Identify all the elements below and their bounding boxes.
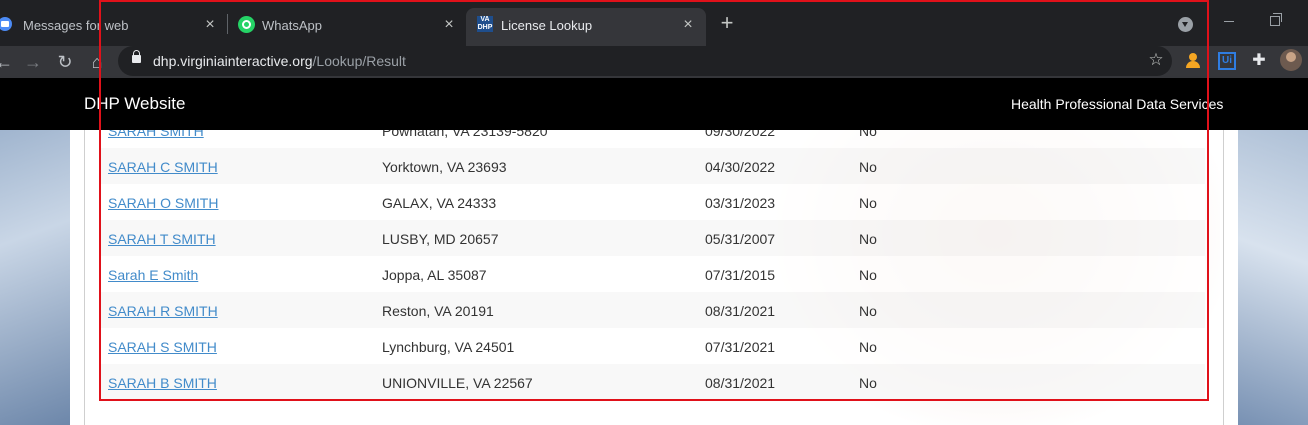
table-row: SARAH O SMITH GALAX, VA 24333 03/31/2023 No <box>100 184 1205 220</box>
flag-cell: No <box>859 375 877 391</box>
expiration-date-cell: 08/31/2021 <box>705 375 776 391</box>
browser-window: Messages for web × WhatsApp × VA DHP Lic… <box>0 0 1308 425</box>
table-row: SARAH S SMITH Lynchburg, VA 24501 07/31/20… <box>100 328 1205 364</box>
close-tab-icon[interactable]: × <box>440 16 458 34</box>
background-photo-left <box>0 78 70 425</box>
url-host: dhp.virginiainteractive.org <box>153 53 313 69</box>
tab-strip: Messages for web × WhatsApp × VA DHP Lic… <box>0 0 1308 46</box>
results-table: SARAH SMITH Powhatan, VA 23139-5820 09/30/… <box>100 112 1205 400</box>
messages-icon <box>0 17 12 31</box>
close-tab-icon[interactable]: × <box>679 16 697 34</box>
location-cell: GALAX, VA 24333 <box>382 195 497 211</box>
expiration-date-cell: 08/31/2021 <box>705 303 776 319</box>
tab-license-lookup[interactable]: VA DHP License Lookup × <box>466 8 706 46</box>
expiration-date-cell: 07/31/2021 <box>705 339 776 355</box>
web-page: SARAH SMITH Powhatan, VA 23139-5820 09/30/… <box>0 78 1308 425</box>
tab-search-icon[interactable] <box>1178 17 1193 32</box>
location-cell: Reston, VA 20191 <box>382 303 494 319</box>
flag-cell: No <box>859 195 877 211</box>
license-holder-name-link[interactable]: SARAH T SMITH <box>108 231 216 247</box>
flag-cell: No <box>859 303 877 319</box>
whatsapp-icon <box>238 16 255 33</box>
table-row: SARAH T SMITH LUSBY, MD 20657 05/31/2007 No <box>100 220 1205 256</box>
reload-icon[interactable]: ↻ <box>53 50 77 74</box>
profile-avatar[interactable] <box>1280 49 1302 71</box>
restore-window-icon[interactable] <box>1270 13 1282 26</box>
flag-cell: No <box>859 267 877 283</box>
location-cell: Yorktown, VA 23693 <box>382 159 507 175</box>
license-holder-name-link[interactable]: SARAH B SMITH <box>108 375 217 391</box>
location-cell: Joppa, AL 35087 <box>382 267 487 283</box>
bookmark-star-icon[interactable]: ☆ <box>1146 50 1166 70</box>
expiration-date-cell: 03/31/2023 <box>705 195 776 211</box>
browser-toolbar: ← → ↻ ⌂ dhp.virginiainteractive.org/Look… <box>0 46 1308 78</box>
license-holder-name-link[interactable]: SARAH O SMITH <box>108 195 218 211</box>
expiration-date-cell: 04/30/2022 <box>705 159 776 175</box>
table-row: SARAH R SMITH Reston, VA 20191 08/31/2021 N… <box>100 292 1205 328</box>
puzzle-extensions-icon[interactable]: ✚ <box>1250 52 1268 70</box>
flag-cell: No <box>859 231 877 247</box>
table-row: SARAH C SMITH Yorktown, VA 23693 04/30/202… <box>100 148 1205 184</box>
flag-cell: No <box>859 339 877 355</box>
tab-whatsapp[interactable]: WhatsApp × <box>228 8 464 46</box>
back-arrow-icon[interactable]: ← <box>0 50 16 74</box>
table-row: Sarah E Smith Joppa, AL 35087 07/31/2015 No <box>100 256 1205 292</box>
license-holder-name-link[interactable]: Sarah E Smith <box>108 267 198 283</box>
address-bar[interactable]: dhp.virginiainteractive.org/Lookup/Resul… <box>118 46 1172 76</box>
va-dhp-icon: VA DHP <box>477 16 493 32</box>
site-navbar: DHP Website Health Professional Data Ser… <box>0 78 1308 130</box>
new-tab-button[interactable]: + <box>716 12 738 35</box>
tab-title: Messages for web <box>23 18 129 33</box>
tab-title: License Lookup <box>501 18 593 33</box>
forward-arrow-icon[interactable]: → <box>21 50 45 74</box>
lock-icon[interactable] <box>132 50 141 63</box>
tab-messages[interactable]: Messages for web × <box>0 8 226 46</box>
site-brand-link[interactable]: DHP Website <box>84 94 185 114</box>
tab-title: WhatsApp <box>262 18 322 33</box>
close-tab-icon[interactable]: × <box>201 16 219 34</box>
expiration-date-cell: 07/31/2015 <box>705 267 776 283</box>
flag-cell: No <box>859 159 877 175</box>
uipath-icon[interactable]: Ui <box>1218 52 1236 70</box>
license-holder-name-link[interactable]: SARAH C SMITH <box>108 159 218 175</box>
expiration-date-cell: 05/31/2007 <box>705 231 776 247</box>
license-holder-name-link[interactable]: SARAH S SMITH <box>108 339 217 355</box>
minimize-icon[interactable] <box>1224 21 1234 22</box>
location-cell: UNIONVILLE, VA 22567 <box>382 375 533 391</box>
background-photo-right <box>1238 78 1308 425</box>
location-cell: Lynchburg, VA 24501 <box>382 339 515 355</box>
table-row: SARAH B SMITH UNIONVILLE, VA 22567 08/31/2… <box>100 364 1205 400</box>
home-icon[interactable]: ⌂ <box>85 50 109 74</box>
location-cell: LUSBY, MD 20657 <box>382 231 499 247</box>
person-extension-icon[interactable] <box>1185 52 1203 70</box>
url-text[interactable]: dhp.virginiainteractive.org/Lookup/Resul… <box>153 53 406 69</box>
nav-link-health-professional-data[interactable]: Health Professional Data Services <box>1011 96 1223 112</box>
license-holder-name-link[interactable]: SARAH R SMITH <box>108 303 218 319</box>
url-path: /Lookup/Result <box>312 53 406 69</box>
